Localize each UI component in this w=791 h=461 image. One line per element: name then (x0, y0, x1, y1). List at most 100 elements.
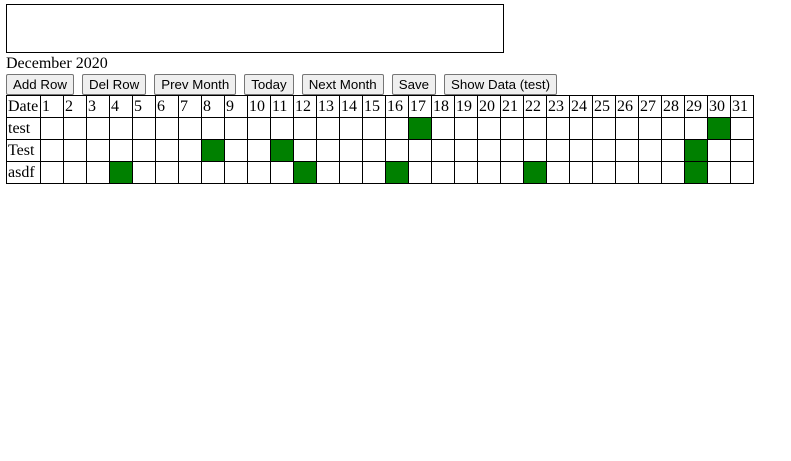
day-cell[interactable] (730, 161, 754, 184)
day-cell[interactable] (155, 139, 179, 162)
day-cell[interactable] (523, 139, 547, 162)
day-cell[interactable] (546, 161, 570, 184)
day-cell[interactable] (615, 161, 639, 184)
day-cell[interactable] (684, 117, 708, 140)
day-cell[interactable] (615, 117, 639, 140)
notes-textarea[interactable] (6, 4, 504, 53)
day-cell[interactable] (339, 161, 363, 184)
day-cell[interactable] (224, 161, 248, 184)
day-cell[interactable] (707, 117, 731, 140)
day-cell[interactable] (569, 161, 593, 184)
day-cell[interactable] (293, 139, 317, 162)
day-cell[interactable] (293, 161, 317, 184)
day-cell[interactable] (316, 161, 340, 184)
day-cell[interactable] (316, 139, 340, 162)
day-cell[interactable] (707, 161, 731, 184)
day-cell[interactable] (500, 161, 524, 184)
day-cell[interactable] (178, 161, 202, 184)
day-cell[interactable] (247, 161, 271, 184)
day-cell[interactable] (224, 117, 248, 140)
day-cell[interactable] (339, 139, 363, 162)
day-cell[interactable] (477, 161, 501, 184)
day-cell[interactable] (661, 161, 685, 184)
day-cell[interactable] (316, 117, 340, 140)
day-cell[interactable] (730, 117, 754, 140)
day-cell[interactable] (385, 117, 409, 140)
day-cell[interactable] (362, 139, 386, 162)
day-cell[interactable] (454, 117, 478, 140)
day-cell[interactable] (86, 139, 110, 162)
day-cell[interactable] (408, 139, 432, 162)
day-cell[interactable] (247, 117, 271, 140)
day-cell[interactable] (270, 161, 294, 184)
day-cell[interactable] (477, 139, 501, 162)
day-cell[interactable] (132, 161, 156, 184)
prev-month-button[interactable]: Prev Month (154, 74, 237, 95)
day-cell[interactable] (454, 139, 478, 162)
day-cell[interactable] (592, 161, 616, 184)
day-cell[interactable] (293, 117, 317, 140)
day-cell[interactable] (201, 161, 225, 184)
day-cell[interactable] (661, 139, 685, 162)
day-cell[interactable] (592, 117, 616, 140)
day-cell[interactable] (270, 139, 294, 162)
day-cell[interactable] (178, 139, 202, 162)
day-cell[interactable] (569, 117, 593, 140)
day-cell[interactable] (201, 139, 225, 162)
day-cell[interactable] (707, 139, 731, 162)
day-cell[interactable] (638, 139, 662, 162)
save-button[interactable]: Save (391, 74, 437, 95)
day-cell[interactable] (247, 139, 271, 162)
day-cell[interactable] (109, 161, 133, 184)
row-label[interactable]: Test (6, 139, 41, 162)
row-label[interactable]: asdf (6, 161, 41, 184)
day-cell[interactable] (40, 161, 64, 184)
day-cell[interactable] (500, 117, 524, 140)
day-cell[interactable] (155, 117, 179, 140)
day-cell[interactable] (546, 139, 570, 162)
day-cell[interactable] (109, 117, 133, 140)
day-cell[interactable] (201, 117, 225, 140)
day-cell[interactable] (408, 117, 432, 140)
day-cell[interactable] (408, 161, 432, 184)
day-cell[interactable] (40, 139, 64, 162)
day-cell[interactable] (523, 161, 547, 184)
day-cell[interactable] (362, 161, 386, 184)
day-cell[interactable] (500, 139, 524, 162)
day-cell[interactable] (132, 117, 156, 140)
del-row-button[interactable]: Del Row (81, 74, 147, 95)
day-cell[interactable] (270, 117, 294, 140)
day-cell[interactable] (63, 117, 87, 140)
day-cell[interactable] (385, 139, 409, 162)
day-cell[interactable] (684, 161, 708, 184)
day-cell[interactable] (592, 139, 616, 162)
day-cell[interactable] (155, 161, 179, 184)
day-cell[interactable] (63, 139, 87, 162)
day-cell[interactable] (684, 139, 708, 162)
show-data-button[interactable]: Show Data (test) (444, 74, 558, 95)
day-cell[interactable] (339, 117, 363, 140)
today-button[interactable]: Today (244, 74, 294, 95)
day-cell[interactable] (454, 161, 478, 184)
day-cell[interactable] (546, 117, 570, 140)
add-row-button[interactable]: Add Row (6, 74, 74, 95)
day-cell[interactable] (86, 161, 110, 184)
day-cell[interactable] (178, 117, 202, 140)
day-cell[interactable] (661, 117, 685, 140)
row-label[interactable]: test (6, 117, 41, 140)
day-cell[interactable] (638, 117, 662, 140)
day-cell[interactable] (431, 161, 455, 184)
day-cell[interactable] (523, 117, 547, 140)
day-cell[interactable] (132, 139, 156, 162)
day-cell[interactable] (362, 117, 386, 140)
next-month-button[interactable]: Next Month (301, 74, 384, 95)
day-cell[interactable] (615, 139, 639, 162)
day-cell[interactable] (63, 161, 87, 184)
day-cell[interactable] (224, 139, 248, 162)
day-cell[interactable] (638, 161, 662, 184)
day-cell[interactable] (40, 117, 64, 140)
day-cell[interactable] (569, 139, 593, 162)
day-cell[interactable] (431, 117, 455, 140)
day-cell[interactable] (385, 161, 409, 184)
day-cell[interactable] (730, 139, 754, 162)
